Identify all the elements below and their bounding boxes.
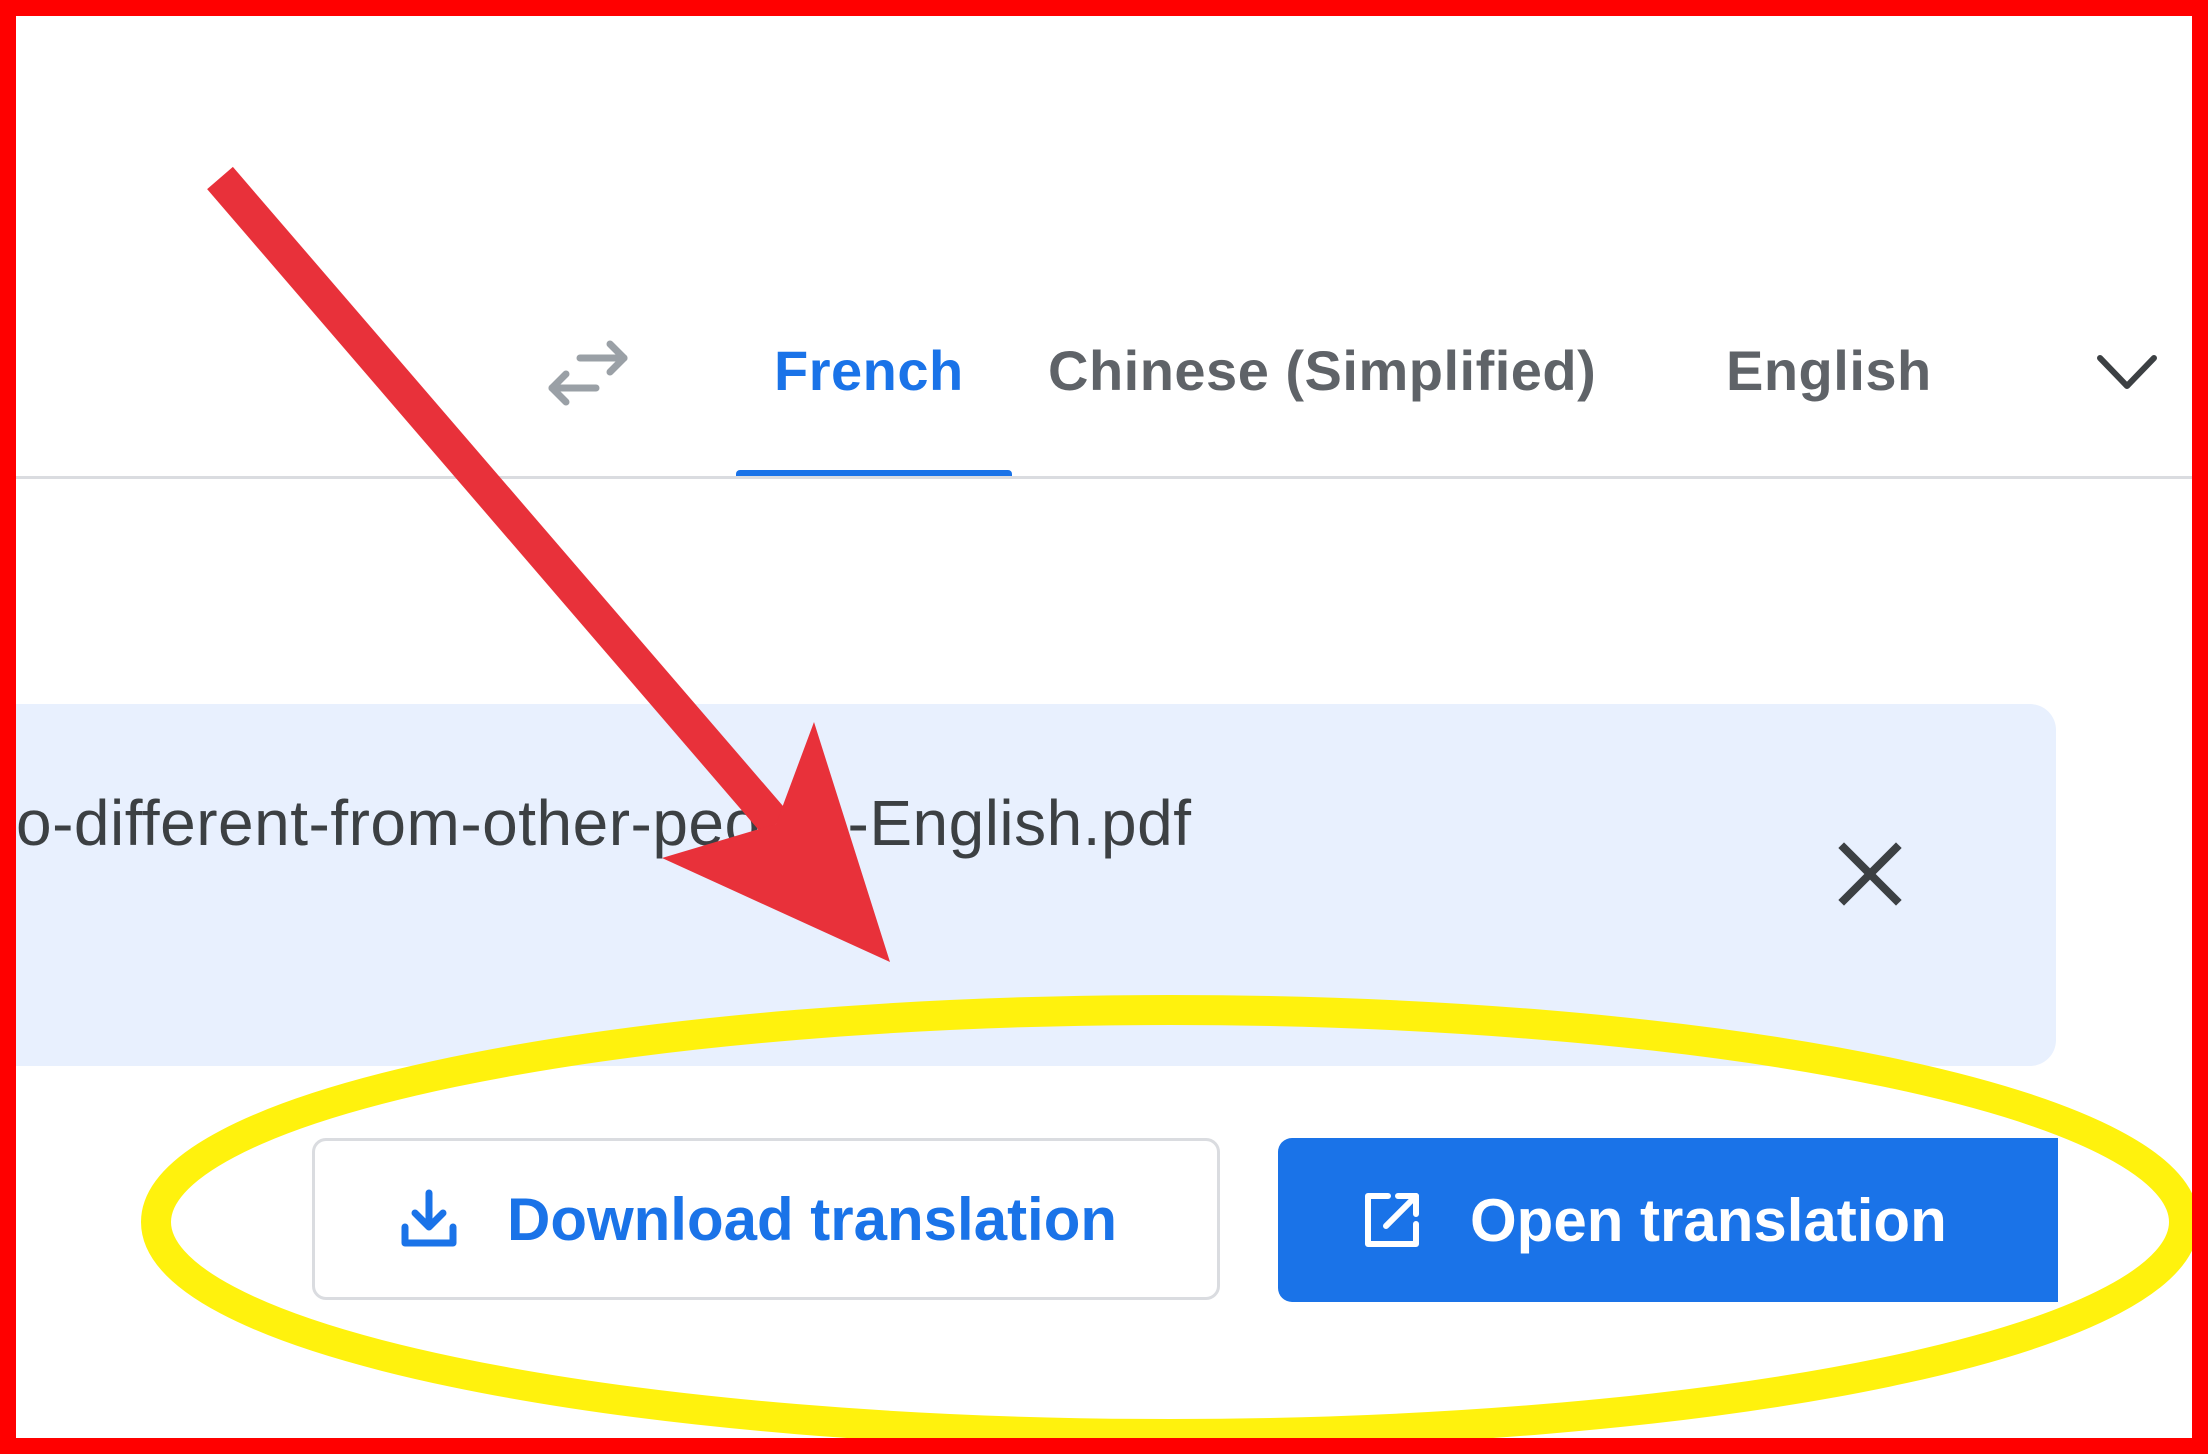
tab-divider	[16, 476, 2192, 479]
close-icon[interactable]	[1834, 838, 1906, 910]
file-card	[16, 704, 2056, 1066]
open-translation-label: Open translation	[1470, 1186, 1947, 1254]
tab-chinese-simplified[interactable]: Chinese (Simplified)	[1048, 334, 1596, 408]
screenshot-frame: French Chinese (Simplified) English o-di…	[0, 0, 2208, 1454]
swap-arrows-icon[interactable]	[544, 338, 632, 408]
open-in-new-icon	[1365, 1193, 1419, 1247]
download-translation-button[interactable]: Download translation	[312, 1138, 1220, 1300]
tab-french[interactable]: French	[774, 334, 964, 408]
tab-english[interactable]: English	[1726, 334, 1932, 408]
chevron-down-icon[interactable]	[2094, 346, 2160, 396]
download-translation-label: Download translation	[507, 1185, 1118, 1253]
file-name: o-different-from-other-people-English.pd…	[16, 787, 1192, 859]
open-translation-button[interactable]: Open translation	[1278, 1138, 2058, 1302]
download-icon	[401, 1189, 457, 1247]
